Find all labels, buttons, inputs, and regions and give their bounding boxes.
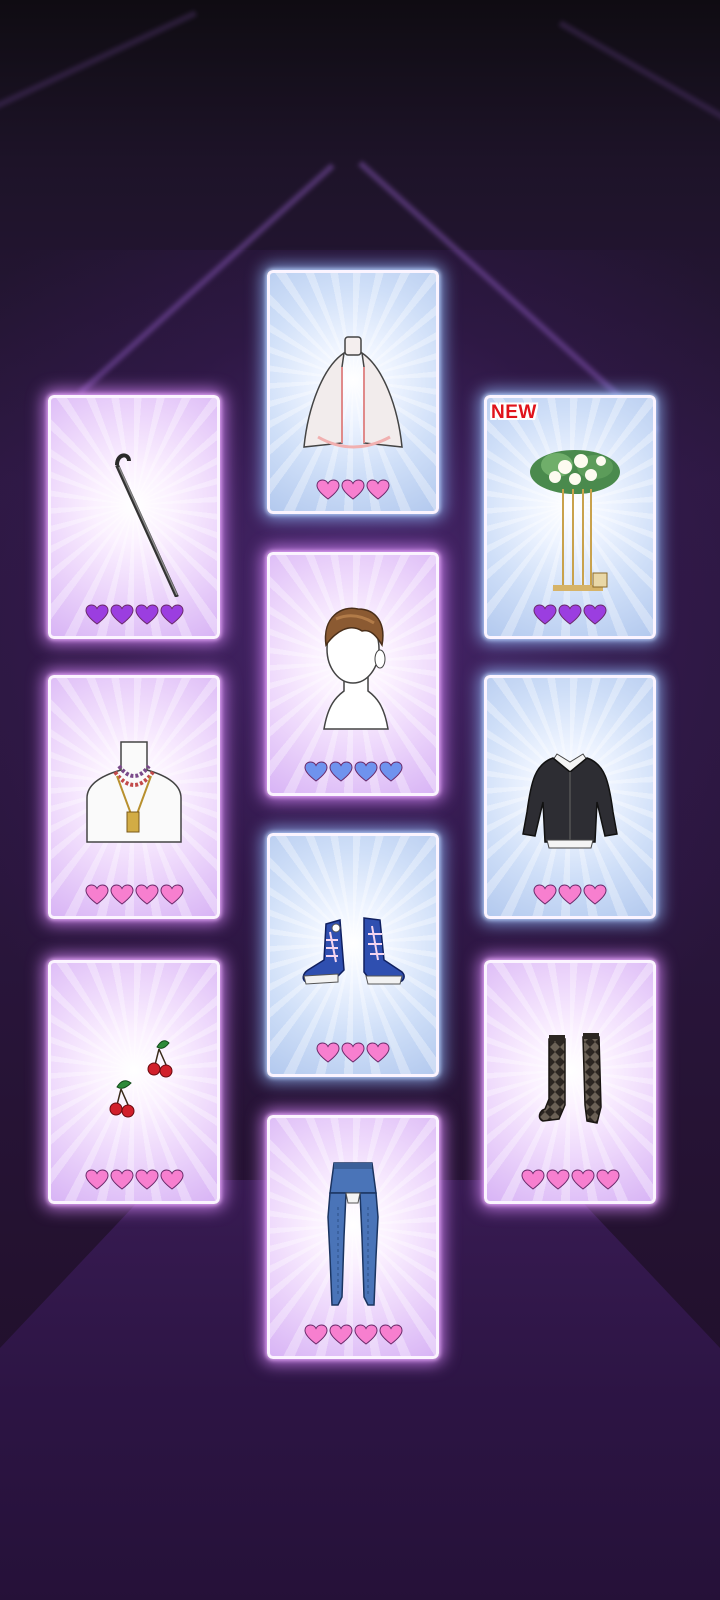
rating-hearts xyxy=(270,761,436,783)
heart-icon xyxy=(366,1042,390,1063)
heart-icon xyxy=(378,761,403,782)
rating-hearts xyxy=(270,1324,436,1346)
heart-icon xyxy=(109,604,134,625)
heart-icon xyxy=(84,884,109,905)
heart-icon xyxy=(134,1169,159,1190)
cherry-earrings-icon xyxy=(51,977,217,1167)
heart-icon xyxy=(595,1169,620,1190)
argyle-socks-icon xyxy=(487,977,653,1167)
heart-icon xyxy=(303,761,328,782)
cane-icon xyxy=(51,412,217,602)
rating-hearts xyxy=(51,1169,217,1191)
cane-card[interactable] xyxy=(48,395,220,639)
flower-stand-icon xyxy=(487,412,653,602)
rating-hearts xyxy=(51,604,217,626)
blazer-icon xyxy=(487,692,653,882)
heart-icon xyxy=(570,1169,595,1190)
heart-icon xyxy=(533,884,557,905)
heart-icon xyxy=(353,761,378,782)
heart-icon xyxy=(84,1169,109,1190)
heart-icon xyxy=(558,604,582,625)
heart-icon xyxy=(353,1324,378,1345)
heart-icon xyxy=(134,884,159,905)
heart-icon xyxy=(366,479,390,500)
heart-icon xyxy=(159,884,184,905)
heart-icon xyxy=(328,761,353,782)
cherry-earrings-card[interactable] xyxy=(48,960,220,1204)
heart-icon xyxy=(545,1169,570,1190)
heart-icon xyxy=(159,604,184,625)
cape-icon xyxy=(270,287,436,477)
heart-icon xyxy=(378,1324,403,1345)
rating-hearts xyxy=(51,884,217,906)
denim-pants-card[interactable] xyxy=(267,1115,439,1359)
heart-icon xyxy=(134,604,159,625)
heart-icon xyxy=(316,1042,340,1063)
heart-icon xyxy=(159,1169,184,1190)
heart-icon xyxy=(316,479,340,500)
rating-hearts xyxy=(487,1169,653,1191)
rating-hearts xyxy=(270,1042,436,1064)
blazer-card[interactable] xyxy=(484,675,656,919)
heart-icon xyxy=(84,604,109,625)
heart-icon xyxy=(583,604,607,625)
heart-icon xyxy=(558,884,582,905)
heart-icon xyxy=(520,1169,545,1190)
cape-card[interactable] xyxy=(267,270,439,514)
argyle-socks-card[interactable] xyxy=(484,960,656,1204)
hairstyle-card[interactable] xyxy=(267,552,439,796)
heart-icon xyxy=(583,884,607,905)
heart-icon xyxy=(341,1042,365,1063)
flower-stand-card[interactable]: NEW xyxy=(484,395,656,639)
rating-hearts xyxy=(270,479,436,501)
sneakers-icon xyxy=(270,850,436,1040)
heart-icon xyxy=(303,1324,328,1345)
rating-hearts xyxy=(487,884,653,906)
denim-pants-icon xyxy=(270,1132,436,1322)
heart-icon xyxy=(328,1324,353,1345)
necklace-card[interactable] xyxy=(48,675,220,919)
necklace-icon xyxy=(51,692,217,882)
heart-icon xyxy=(533,604,557,625)
rating-hearts xyxy=(487,604,653,626)
heart-icon xyxy=(109,884,134,905)
hairstyle-icon xyxy=(270,569,436,759)
sneakers-card[interactable] xyxy=(267,833,439,1077)
heart-icon xyxy=(109,1169,134,1190)
heart-icon xyxy=(341,479,365,500)
